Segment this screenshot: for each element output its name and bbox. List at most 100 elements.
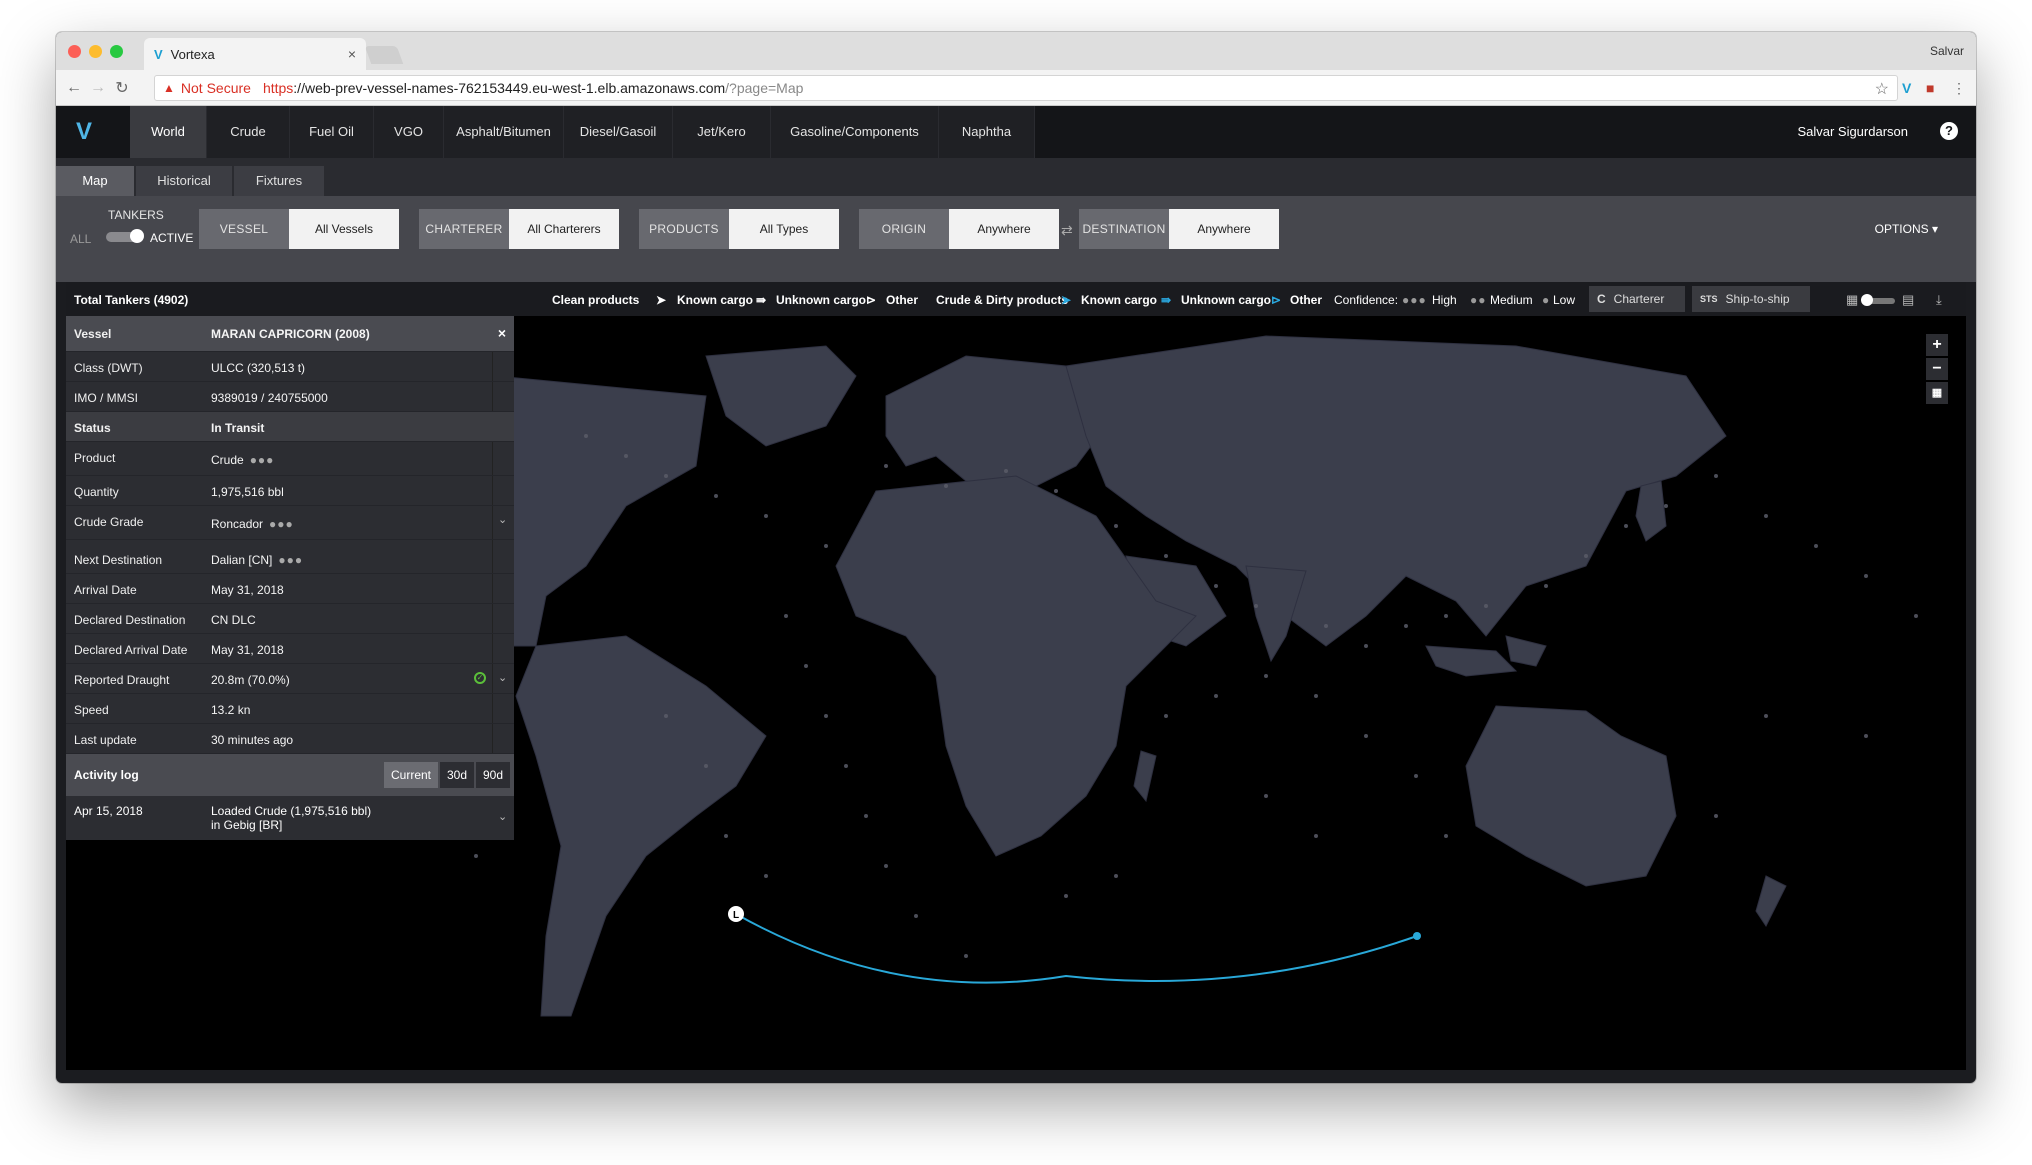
map-style-icon[interactable]: ▦ bbox=[1926, 382, 1948, 404]
detail-row: Declared Destination CN DLC bbox=[66, 604, 514, 634]
legend-dirty-other: Other bbox=[1290, 293, 1323, 307]
vessel-panel: Vessel MARAN CAPRICORN (2008) × Class (D… bbox=[66, 316, 514, 840]
close-window-button[interactable] bbox=[68, 45, 81, 58]
tab-naphtha[interactable]: Naphtha bbox=[939, 106, 1035, 158]
detail-row[interactable]: Reported Draught 20.8m (70.0%) ✓ ⌄ bbox=[66, 664, 514, 694]
charterer-filter-value[interactable]: All Charterers bbox=[509, 209, 619, 249]
window-controls bbox=[68, 45, 123, 58]
chevron-down-icon[interactable]: ⌄ bbox=[498, 671, 507, 684]
unknown-cargo-white-arrow-icon: ⇛ bbox=[756, 293, 767, 307]
options-dropdown[interactable]: OPTIONS ▾ bbox=[1875, 222, 1938, 236]
detail-row: Quantity 1,975,516 bbl bbox=[66, 476, 514, 506]
back-arrow-icon[interactable]: ← bbox=[62, 79, 86, 97]
next-destination-value: Dalian [CN] bbox=[211, 553, 273, 567]
detail-key: Declared Arrival Date bbox=[74, 643, 188, 657]
detail-key: Declared Destination bbox=[74, 613, 186, 627]
vessel-panel-header: Vessel MARAN CAPRICORN (2008) × bbox=[66, 316, 514, 352]
detail-value: Roncador ●●● bbox=[211, 517, 294, 531]
chevron-down-icon[interactable]: ⌄ bbox=[498, 810, 507, 823]
destination-filter-value[interactable]: Anywhere bbox=[1169, 209, 1279, 249]
destination-filter[interactable]: DESTINATION Anywhere bbox=[1079, 209, 1279, 249]
activity-90d-button[interactable]: 90d bbox=[476, 762, 510, 788]
zoom-in-button[interactable]: + bbox=[1926, 334, 1948, 356]
vessel-filter[interactable]: VESSEL All Vessels bbox=[199, 209, 399, 249]
vortexa-logo[interactable]: V bbox=[76, 120, 104, 144]
maximize-window-button[interactable] bbox=[110, 45, 123, 58]
detail-row: Speed 13.2 kn bbox=[66, 694, 514, 724]
tab-fixtures[interactable]: Fixtures bbox=[234, 166, 324, 196]
reload-icon[interactable]: ↻ bbox=[110, 78, 134, 98]
products-filter[interactable]: PRODUCTS All Types bbox=[639, 209, 839, 249]
browser-tabstrip: V Vortexa × Salvar bbox=[56, 32, 1976, 70]
vessel-filter-value[interactable]: All Vessels bbox=[289, 209, 399, 249]
activity-current-button[interactable]: Current bbox=[384, 762, 438, 788]
detail-key: Arrival Date bbox=[74, 583, 137, 597]
zoom-out-button[interactable]: − bbox=[1926, 358, 1948, 380]
vortexa-extension-icon[interactable]: V bbox=[1902, 80, 1911, 96]
ship-to-ship-button[interactable]: STS Ship-to-ship bbox=[1692, 286, 1810, 312]
medium-confidence-dots-icon: ●● bbox=[1470, 293, 1487, 307]
other-white-arrow-icon: ⊳ bbox=[866, 293, 877, 307]
bookmark-star-icon[interactable]: ☆ bbox=[1875, 79, 1889, 99]
tab-vgo[interactable]: VGO bbox=[374, 106, 444, 158]
security-indicator[interactable]: Not Secure bbox=[181, 80, 251, 96]
tankers-label: TANKERS bbox=[108, 208, 164, 222]
detail-key: Crude Grade bbox=[74, 515, 144, 529]
status-row: Status In Transit bbox=[66, 412, 514, 442]
map-view: L Total Tankers (4902) Clean products ➤ … bbox=[66, 282, 1966, 1070]
activity-30d-button[interactable]: 30d bbox=[440, 762, 474, 788]
other-blue-arrow-icon: ⊳ bbox=[1271, 293, 1282, 307]
close-tab-icon[interactable]: × bbox=[348, 46, 356, 62]
minimize-window-button[interactable] bbox=[89, 45, 102, 58]
activity-log-entry[interactable]: Apr 15, 2018 Loaded Crude (1,975,516 bbl… bbox=[66, 796, 514, 840]
origin-filter[interactable]: ORIGIN Anywhere bbox=[859, 209, 1059, 249]
tankers-toggle[interactable] bbox=[106, 229, 144, 243]
tab-asphalt-bitumen[interactable]: Asphalt/Bitumen bbox=[444, 106, 564, 158]
tab-map[interactable]: Map bbox=[56, 166, 134, 196]
address-bar[interactable]: ▲ Not Secure https ://web-prev-vessel-na… bbox=[154, 75, 1898, 101]
vortexa-favicon-icon: V bbox=[154, 46, 163, 62]
user-name[interactable]: Salvar Sigurdarson bbox=[1797, 124, 1908, 139]
detail-key: Status bbox=[74, 421, 111, 435]
map-layer-icon[interactable]: ▦ bbox=[1846, 292, 1858, 308]
origin-filter-value[interactable]: Anywhere bbox=[949, 209, 1059, 249]
detail-value: 13.2 kn bbox=[211, 703, 251, 717]
charterer-filter-key: CHARTERER bbox=[419, 209, 509, 249]
detail-row[interactable]: Crude Grade Roncador ●●● ⌄ bbox=[66, 506, 514, 540]
tab-crude[interactable]: Crude bbox=[207, 106, 290, 158]
known-cargo-blue-arrow-icon: ➤ bbox=[1061, 293, 1072, 307]
charterer-button[interactable]: C Charterer bbox=[1589, 286, 1685, 312]
url-host: ://web-prev-vessel-names-762153449.eu-we… bbox=[293, 80, 726, 96]
tab-diesel-gasoil[interactable]: Diesel/Gasoil bbox=[564, 106, 673, 158]
tab-world[interactable]: World bbox=[130, 106, 207, 158]
download-icon[interactable]: ⤓ bbox=[1936, 292, 1942, 308]
close-panel-icon[interactable]: × bbox=[498, 325, 506, 341]
tab-gasoline-components[interactable]: Gasoline/Components bbox=[771, 106, 939, 158]
legend-clean-products: Clean products bbox=[552, 293, 640, 307]
vessel-filter-key: VESSEL bbox=[199, 209, 289, 249]
chevron-down-icon[interactable]: ⌄ bbox=[498, 513, 507, 526]
swap-origin-destination-icon[interactable]: ⇄ bbox=[1061, 222, 1073, 239]
tab-fuel-oil[interactable]: Fuel Oil bbox=[290, 106, 374, 158]
shield-extension-icon[interactable]: ■ bbox=[1926, 80, 1934, 96]
browser-menu-icon[interactable]: ⋮ bbox=[1952, 80, 1966, 97]
confidence-medium: Medium bbox=[1490, 293, 1533, 307]
products-filter-key: PRODUCTS bbox=[639, 209, 729, 249]
new-tab-button[interactable] bbox=[364, 46, 404, 64]
crude-grade-value: Roncador bbox=[211, 517, 264, 531]
map-layer-slider[interactable] bbox=[1861, 294, 1895, 306]
grid-view-icon[interactable]: ▤ bbox=[1902, 292, 1914, 308]
browser-profile[interactable]: Salvar bbox=[1930, 44, 1964, 58]
browser-tab-title: Vortexa bbox=[170, 46, 215, 62]
products-filter-value[interactable]: All Types bbox=[729, 209, 839, 249]
tab-historical[interactable]: Historical bbox=[136, 166, 232, 196]
help-icon[interactable]: ? bbox=[1940, 122, 1958, 140]
tab-jet-kero[interactable]: Jet/Kero bbox=[673, 106, 771, 158]
detail-key: Class (DWT) bbox=[74, 361, 143, 375]
browser-window: V Vortexa × Salvar ← → ↻ ▲ Not Secure ht… bbox=[56, 32, 1976, 1083]
detail-row: Next Destination Dalian [CN] ●●● bbox=[66, 540, 514, 574]
charterer-filter[interactable]: CHARTERER All Charterers bbox=[419, 209, 619, 249]
forward-arrow-icon[interactable]: → bbox=[86, 79, 110, 97]
app-header: V World Crude Fuel Oil VGO Asphalt/Bitum… bbox=[56, 106, 1976, 158]
browser-tab[interactable]: V Vortexa × bbox=[144, 38, 366, 70]
